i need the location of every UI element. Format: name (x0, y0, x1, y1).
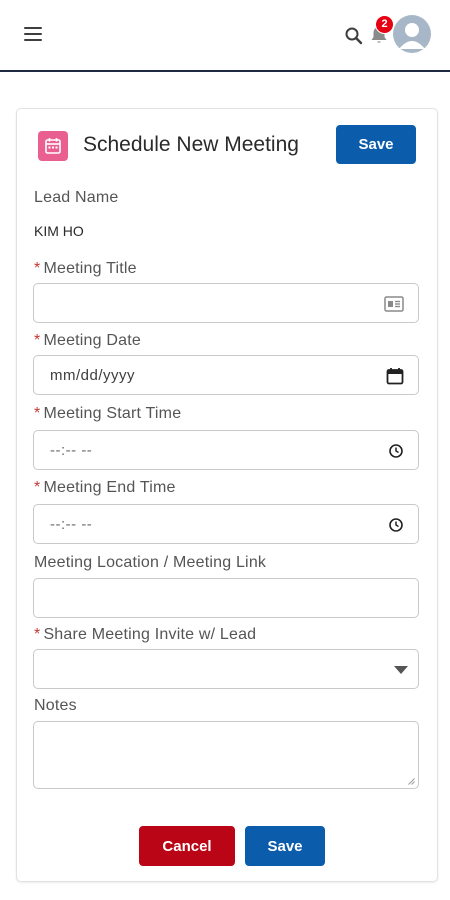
meeting-date-label-text: Meeting Date (43, 332, 142, 349)
notes-textarea[interactable] (33, 721, 419, 789)
save-button-top[interactable]: Save (336, 125, 416, 164)
notes-label: Notes (34, 697, 77, 714)
resize-handle-icon[interactable] (408, 778, 415, 785)
required-marker: * (34, 260, 41, 277)
clock-icon[interactable] (388, 517, 404, 533)
caret-down-icon (394, 666, 408, 674)
meeting-date-input[interactable]: mm/dd/yyyy (33, 355, 419, 395)
cancel-button[interactable]: Cancel (139, 826, 235, 866)
meeting-title-label: * Meeting Title (34, 260, 137, 278)
start-time-placeholder: --:-- -- (50, 442, 93, 459)
meeting-date-label: * Meeting Date (34, 332, 141, 350)
meeting-location-label: Meeting Location / Meeting Link (34, 554, 267, 571)
share-invite-label-text: Share Meeting Invite w/ Lead (43, 626, 257, 643)
meeting-start-time-label-text: Meeting Start Time (43, 405, 182, 422)
meeting-date-placeholder: mm/dd/yyyy (50, 367, 136, 384)
share-invite-label: * Share Meeting Invite w/ Lead (34, 626, 256, 644)
share-invite-select[interactable] (33, 649, 419, 689)
hamburger-icon[interactable] (24, 27, 42, 41)
meeting-title-label-text: Meeting Title (43, 260, 137, 277)
meeting-location-input[interactable] (33, 578, 419, 618)
user-avatar-icon[interactable] (393, 15, 431, 53)
required-marker: * (34, 626, 41, 643)
meeting-start-time-input[interactable]: --:-- -- (33, 430, 419, 470)
search-icon[interactable] (344, 26, 364, 46)
clock-icon[interactable] (388, 443, 404, 459)
meeting-end-time-label-text: Meeting End Time (43, 479, 176, 496)
contact-card-icon (384, 296, 404, 312)
calendar-picker-icon[interactable] (386, 367, 404, 385)
required-marker: * (34, 479, 41, 496)
calendar-icon (38, 131, 68, 161)
meeting-start-time-label: * Meeting Start Time (34, 405, 181, 423)
notification-badge: 2 (375, 15, 394, 34)
end-time-placeholder: --:-- -- (50, 516, 93, 533)
required-marker: * (34, 405, 41, 422)
schedule-meeting-card: Schedule New Meeting Save Lead Name KIM … (16, 108, 438, 882)
lead-name-label: Lead Name (34, 189, 119, 206)
required-marker: * (34, 332, 41, 349)
lead-name-value: KIM HO (34, 223, 84, 239)
meeting-end-time-input[interactable]: --:-- -- (33, 504, 419, 544)
meeting-title-input[interactable] (33, 283, 419, 323)
save-button-bottom[interactable]: Save (245, 826, 325, 866)
meeting-end-time-label: * Meeting End Time (34, 479, 176, 497)
top-navigation-bar: 2 (0, 0, 450, 72)
page-title: Schedule New Meeting (83, 133, 299, 156)
